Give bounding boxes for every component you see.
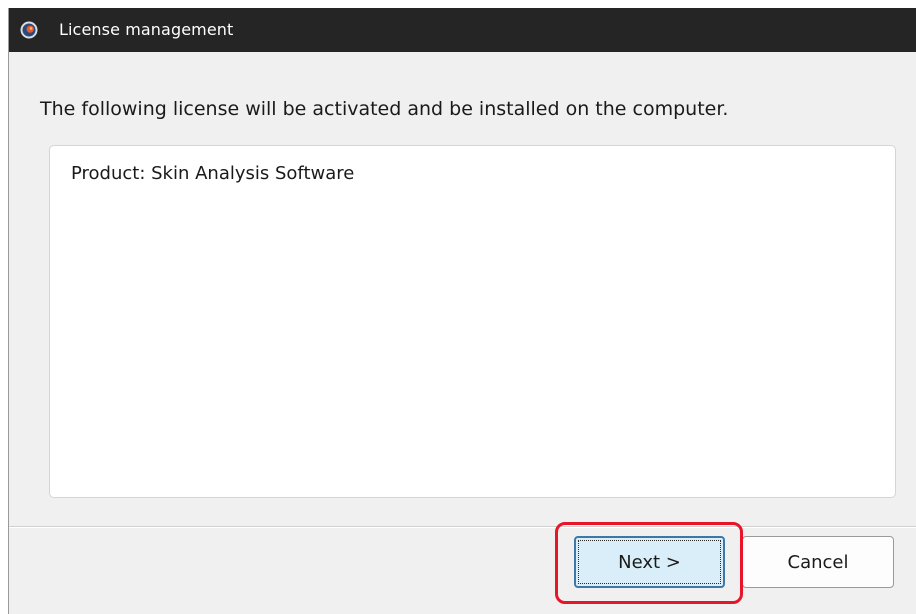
license-management-window: License management The following license…: [8, 8, 916, 614]
window-title: License management: [59, 20, 234, 39]
license-item: Product: Skin Analysis Software: [71, 163, 355, 184]
button-area-divider: [9, 526, 916, 528]
dialog-message: The following license will be activated …: [40, 98, 729, 120]
app-logo-icon: [20, 21, 38, 39]
title-bar: License management: [9, 8, 916, 52]
next-button[interactable]: Next >: [574, 536, 725, 588]
license-list[interactable]: Product: Skin Analysis Software: [49, 145, 896, 498]
cancel-button[interactable]: Cancel: [742, 536, 894, 588]
